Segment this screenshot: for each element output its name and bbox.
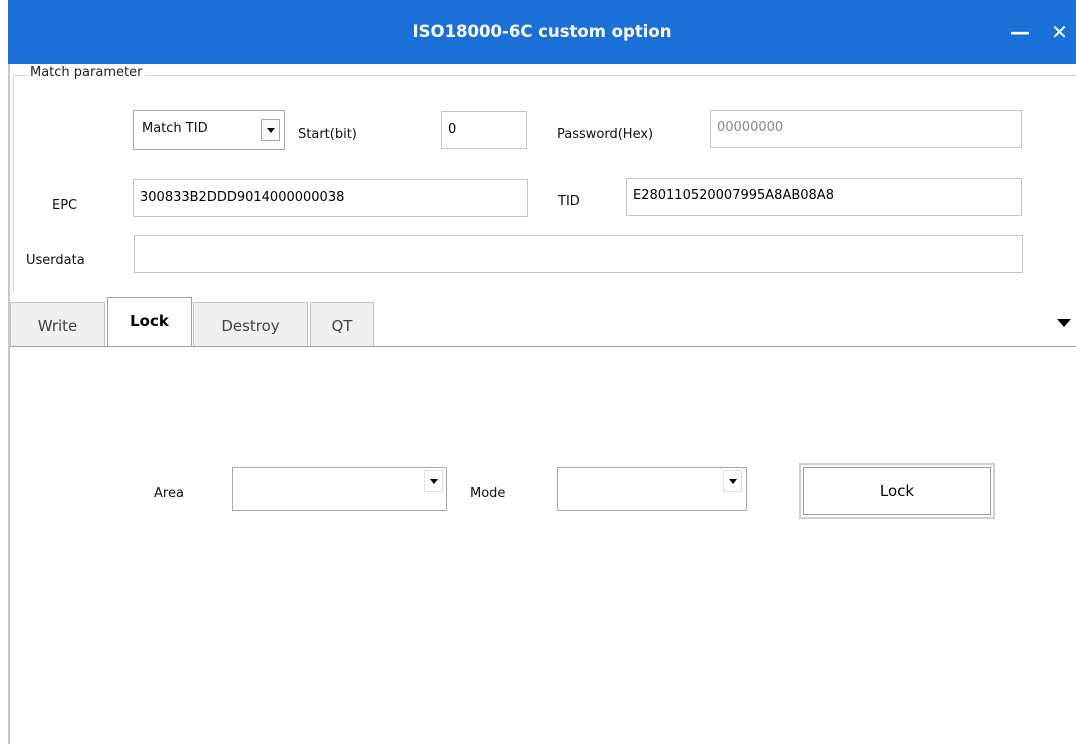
match-parameter-legend: Match parameter: [27, 65, 146, 80]
window-left-border: [8, 64, 10, 744]
lock-button-focus-border: [803, 467, 991, 515]
match-type-value: Match TID: [142, 121, 208, 136]
caret-down-icon[interactable]: [1057, 319, 1071, 327]
tab-write[interactable]: Write: [10, 302, 105, 346]
match-type-dropdown[interactable]: [261, 119, 280, 141]
area-select[interactable]: [232, 467, 447, 511]
epc-label: EPC: [52, 198, 78, 213]
chevron-down-icon: [266, 127, 275, 133]
userdata-label: Userdata: [26, 253, 85, 268]
start-bit-label: Start(bit): [298, 127, 357, 142]
minimize-icon[interactable]: —: [1000, 0, 1040, 64]
mode-select[interactable]: [557, 467, 747, 511]
chevron-down-icon: [429, 478, 438, 484]
match-type-select[interactable]: Match TID: [133, 110, 285, 150]
lock-button[interactable]: Lock: [799, 463, 995, 519]
tab-lock[interactable]: Lock: [107, 297, 192, 347]
start-bit-input[interactable]: 0: [441, 111, 527, 149]
mode-dropdown[interactable]: [723, 470, 742, 492]
chevron-down-icon: [728, 478, 737, 484]
tab-qt[interactable]: QT: [310, 302, 374, 346]
area-dropdown[interactable]: [424, 470, 443, 492]
userdata-input[interactable]: [134, 235, 1023, 273]
password-input[interactable]: 00000000: [710, 110, 1022, 148]
close-icon[interactable]: ✕: [1043, 0, 1076, 64]
tab-bar-divider: [10, 346, 1076, 347]
window-title: ISO18000-6C custom option: [412, 22, 672, 41]
area-label: Area: [154, 486, 184, 501]
title-bar: ISO18000-6C custom option — ✕: [8, 0, 1076, 64]
tid-label: TID: [558, 194, 580, 209]
password-label: Password(Hex): [557, 127, 654, 142]
tab-destroy[interactable]: Destroy: [193, 302, 308, 346]
epc-input[interactable]: 300833B2DDD9014000000038: [133, 179, 528, 217]
mode-label: Mode: [470, 486, 506, 501]
tid-input[interactable]: E280110520007995A8AB08A8: [626, 178, 1022, 216]
